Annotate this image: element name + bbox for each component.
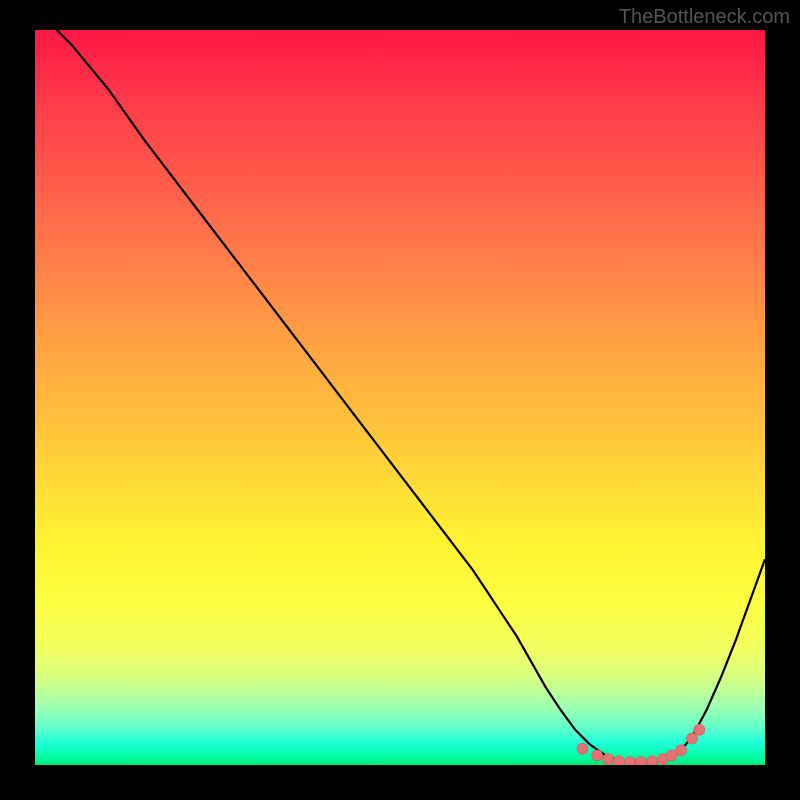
watermark-text: TheBottleneck.com	[619, 6, 790, 29]
curve-marker	[614, 756, 625, 765]
curve-marker	[577, 743, 588, 754]
curve-marker	[603, 754, 614, 765]
bottleneck-curve	[35, 30, 765, 763]
curve-marker	[646, 756, 657, 765]
curve-marker	[676, 745, 687, 756]
curve-marker	[624, 757, 635, 765]
curve-marker	[687, 733, 698, 744]
chart-svg	[35, 30, 765, 765]
curve-marker	[635, 757, 646, 765]
chart-plot-area	[35, 30, 765, 765]
curve-marker	[592, 750, 603, 761]
curve-marker	[694, 724, 705, 735]
